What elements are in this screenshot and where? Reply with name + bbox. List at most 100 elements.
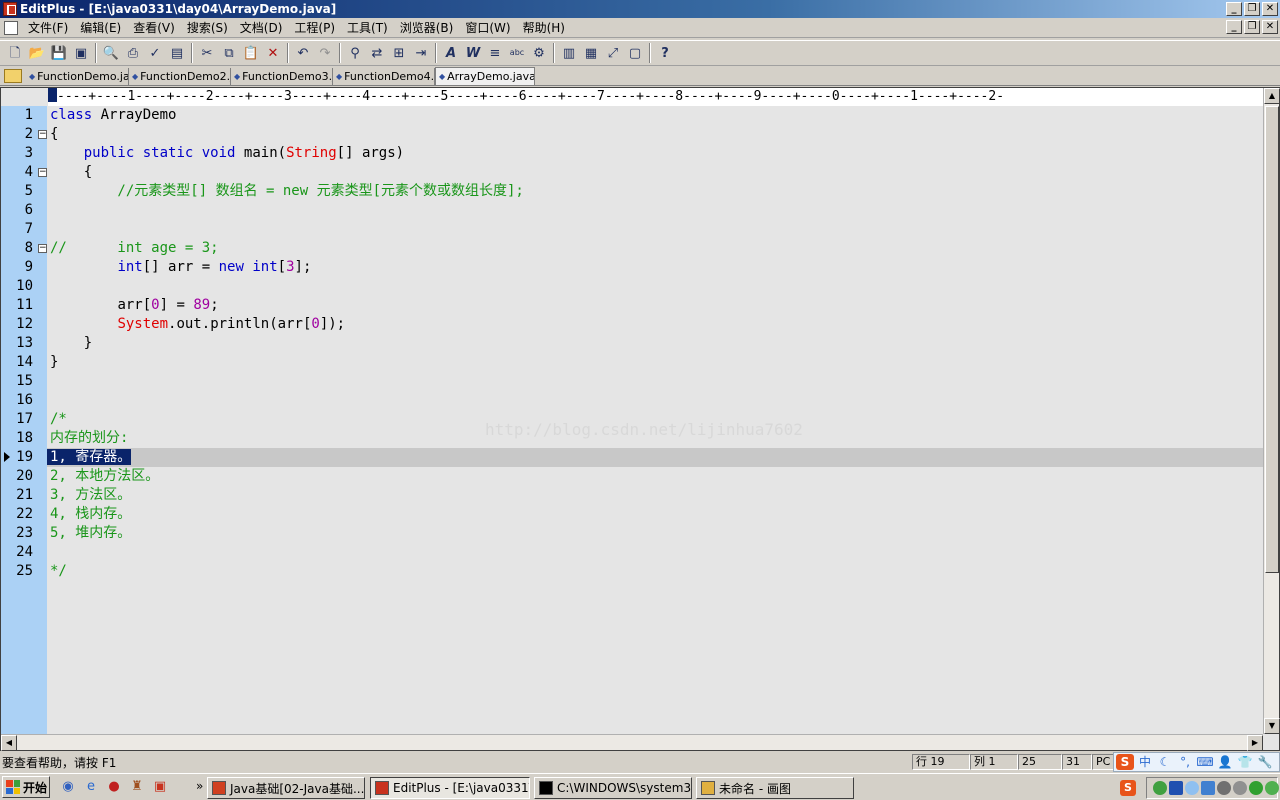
print-icon[interactable]: ⎙ (122, 42, 144, 64)
horizontal-scrollbar[interactable]: ◀ ▶ (1, 734, 1263, 751)
code-line[interactable]: 2, 本地方法区。 (47, 467, 1263, 486)
doc-minimize-button[interactable]: _ (1226, 20, 1242, 34)
undo-icon[interactable]: ↶ (292, 42, 314, 64)
code-line[interactable]: /* (47, 410, 1263, 429)
menu-edit[interactable]: 编辑(E) (74, 19, 127, 37)
scroll-down-button[interactable]: ▼ (1264, 718, 1280, 734)
scroll-right-button[interactable]: ▶ (1247, 735, 1263, 751)
quicklaunch-player-icon[interactable]: ● (104, 777, 124, 797)
skin-icon[interactable]: 👕 (1236, 754, 1254, 770)
settings-icon[interactable]: ⚙ (528, 42, 550, 64)
code-line[interactable]: 1, 寄存器。 (47, 448, 1263, 467)
code-line[interactable]: arr[0] = 89; (47, 296, 1263, 315)
fold-toggle-icon[interactable]: − (38, 244, 47, 253)
window-cascade-icon[interactable]: ▦ (580, 42, 602, 64)
code-line[interactable] (47, 220, 1263, 239)
fullscreen-icon[interactable]: ⤢ (602, 42, 624, 64)
line-number[interactable]: 14 (1, 353, 33, 372)
keyboard-icon[interactable]: ⌨ (1196, 754, 1214, 770)
quicklaunch-app-icon[interactable]: ◉ (58, 777, 78, 797)
line-number[interactable]: 3 (1, 144, 33, 163)
line-number[interactable]: 7 (1, 220, 33, 239)
find-icon[interactable]: ⚲ (344, 42, 366, 64)
doc-restore-button[interactable]: ❐ (1244, 20, 1260, 34)
line-number[interactable]: 1 (1, 106, 33, 125)
find-in-files-icon[interactable]: ⊞ (388, 42, 410, 64)
editplus-app-icon[interactable] (3, 2, 17, 16)
code-line[interactable]: } (47, 334, 1263, 353)
menu-view[interactable]: 查看(V) (127, 19, 181, 37)
vertical-scrollbar[interactable]: ▲ ▼ (1263, 88, 1280, 734)
tab-functiondemo3[interactable]: ◆FunctionDemo3.java (231, 68, 333, 85)
minimize-button[interactable]: _ (1226, 2, 1242, 16)
code-line[interactable]: */ (47, 562, 1263, 581)
line-number[interactable]: 11 (1, 296, 33, 315)
line-number[interactable]: 20 (1, 467, 33, 486)
tray-clock-icon[interactable] (1233, 781, 1247, 795)
document-icon[interactable] (4, 20, 18, 35)
menu-document[interactable]: 文档(D) (234, 19, 289, 37)
code-line[interactable]: 5, 堆内存。 (47, 524, 1263, 543)
tray-shield-icon[interactable] (1265, 781, 1279, 795)
scroll-left-button[interactable]: ◀ (1, 735, 17, 751)
code-line[interactable]: //元素类型[] 数组名 = new 元素类型[元素个数或数组长度]; (47, 182, 1263, 201)
tray-weather-icon[interactable] (1185, 781, 1199, 795)
line-number[interactable]: 10 (1, 277, 33, 296)
tab-functiondemo4[interactable]: ◆FunctionDemo4.java (333, 68, 435, 85)
code-area[interactable]: http://blog.csdn.net/lijinhua7602 class … (47, 106, 1263, 734)
start-button[interactable]: 开始 (2, 776, 50, 798)
html-preview-icon[interactable]: ▤ (166, 42, 188, 64)
menu-search[interactable]: 搜索(S) (181, 19, 234, 37)
line-number[interactable]: 2 (1, 125, 33, 144)
delete-icon[interactable]: ✕ (262, 42, 284, 64)
line-number[interactable]: 16 (1, 391, 33, 410)
line-number[interactable]: 24 (1, 543, 33, 562)
line-number[interactable]: 6 (1, 201, 33, 220)
code-line[interactable] (47, 543, 1263, 562)
code-line[interactable] (47, 277, 1263, 296)
quicklaunch-ie-icon[interactable]: e (81, 777, 101, 797)
copy-icon[interactable]: ⧉ (218, 42, 240, 64)
scroll-up-button[interactable]: ▲ (1264, 88, 1280, 104)
save-all-icon[interactable]: ▣ (70, 42, 92, 64)
help-icon[interactable]: ? (654, 42, 676, 64)
menu-browser[interactable]: 浏览器(B) (394, 19, 460, 37)
menu-file[interactable]: 文件(F) (22, 19, 74, 37)
user-icon[interactable]: 👤 (1216, 754, 1234, 770)
line-number[interactable]: 17 (1, 410, 33, 429)
line-number[interactable]: 15 (1, 372, 33, 391)
task-java-basics[interactable]: Java基础[02-Java基础... (207, 777, 365, 799)
line-number-gutter[interactable]: 1 2−3 4−5 6 7 8−9 10 11 12 13 14 15 16 17 18 19 20 21 22 23… (1, 106, 47, 734)
fold-toggle-icon[interactable]: − (38, 130, 47, 139)
title-bar[interactable]: EditPlus - [E:\java0331\day04\ArrayDemo.… (0, 0, 1280, 18)
code-line[interactable]: public static void main(String[] args) (47, 144, 1263, 163)
line-number[interactable]: 5 (1, 182, 33, 201)
menu-window[interactable]: 窗口(W) (459, 19, 516, 37)
punctuation-icon[interactable]: °, (1176, 754, 1194, 770)
tools-icon[interactable]: 🔧 (1256, 754, 1274, 770)
line-number[interactable]: 4 (1, 163, 33, 182)
task-editplus[interactable]: EditPlus - [E:\java0331\d... (370, 777, 530, 799)
restore-button[interactable]: ❐ (1244, 2, 1260, 16)
new-file-icon[interactable]: 🗋 (4, 42, 26, 64)
redo-icon[interactable]: ↷ (314, 42, 336, 64)
task-cmd[interactable]: C:\WINDOWS\system32... (534, 777, 692, 799)
spelling-abc-icon[interactable]: abc (506, 42, 528, 64)
line-number[interactable]: 12 (1, 315, 33, 334)
word-wrap-icon[interactable]: W (462, 42, 484, 64)
code-line[interactable]: 内存的划分: (47, 429, 1263, 448)
ime-mode-chinese[interactable]: 中 (1136, 754, 1154, 770)
tab-functiondemo[interactable]: ◆FunctionDemo.java (26, 68, 129, 85)
code-line[interactable]: { (47, 163, 1263, 182)
line-number[interactable]: 21 (1, 486, 33, 505)
sogou-ime-icon[interactable]: S (1116, 754, 1134, 770)
replace-icon[interactable]: ⇄ (366, 42, 388, 64)
code-line[interactable]: class ArrayDemo (47, 106, 1263, 125)
quicklaunch-editplus-icon[interactable]: ▣ (150, 777, 170, 797)
code-line[interactable]: int[] arr = new int[3]; (47, 258, 1263, 277)
line-number[interactable]: 18 (1, 429, 33, 448)
cut-icon[interactable]: ✂ (196, 42, 218, 64)
line-number[interactable]: 9 (1, 258, 33, 277)
function-list-icon[interactable]: ▢ (624, 42, 646, 64)
save-icon[interactable]: 💾 (48, 42, 70, 64)
